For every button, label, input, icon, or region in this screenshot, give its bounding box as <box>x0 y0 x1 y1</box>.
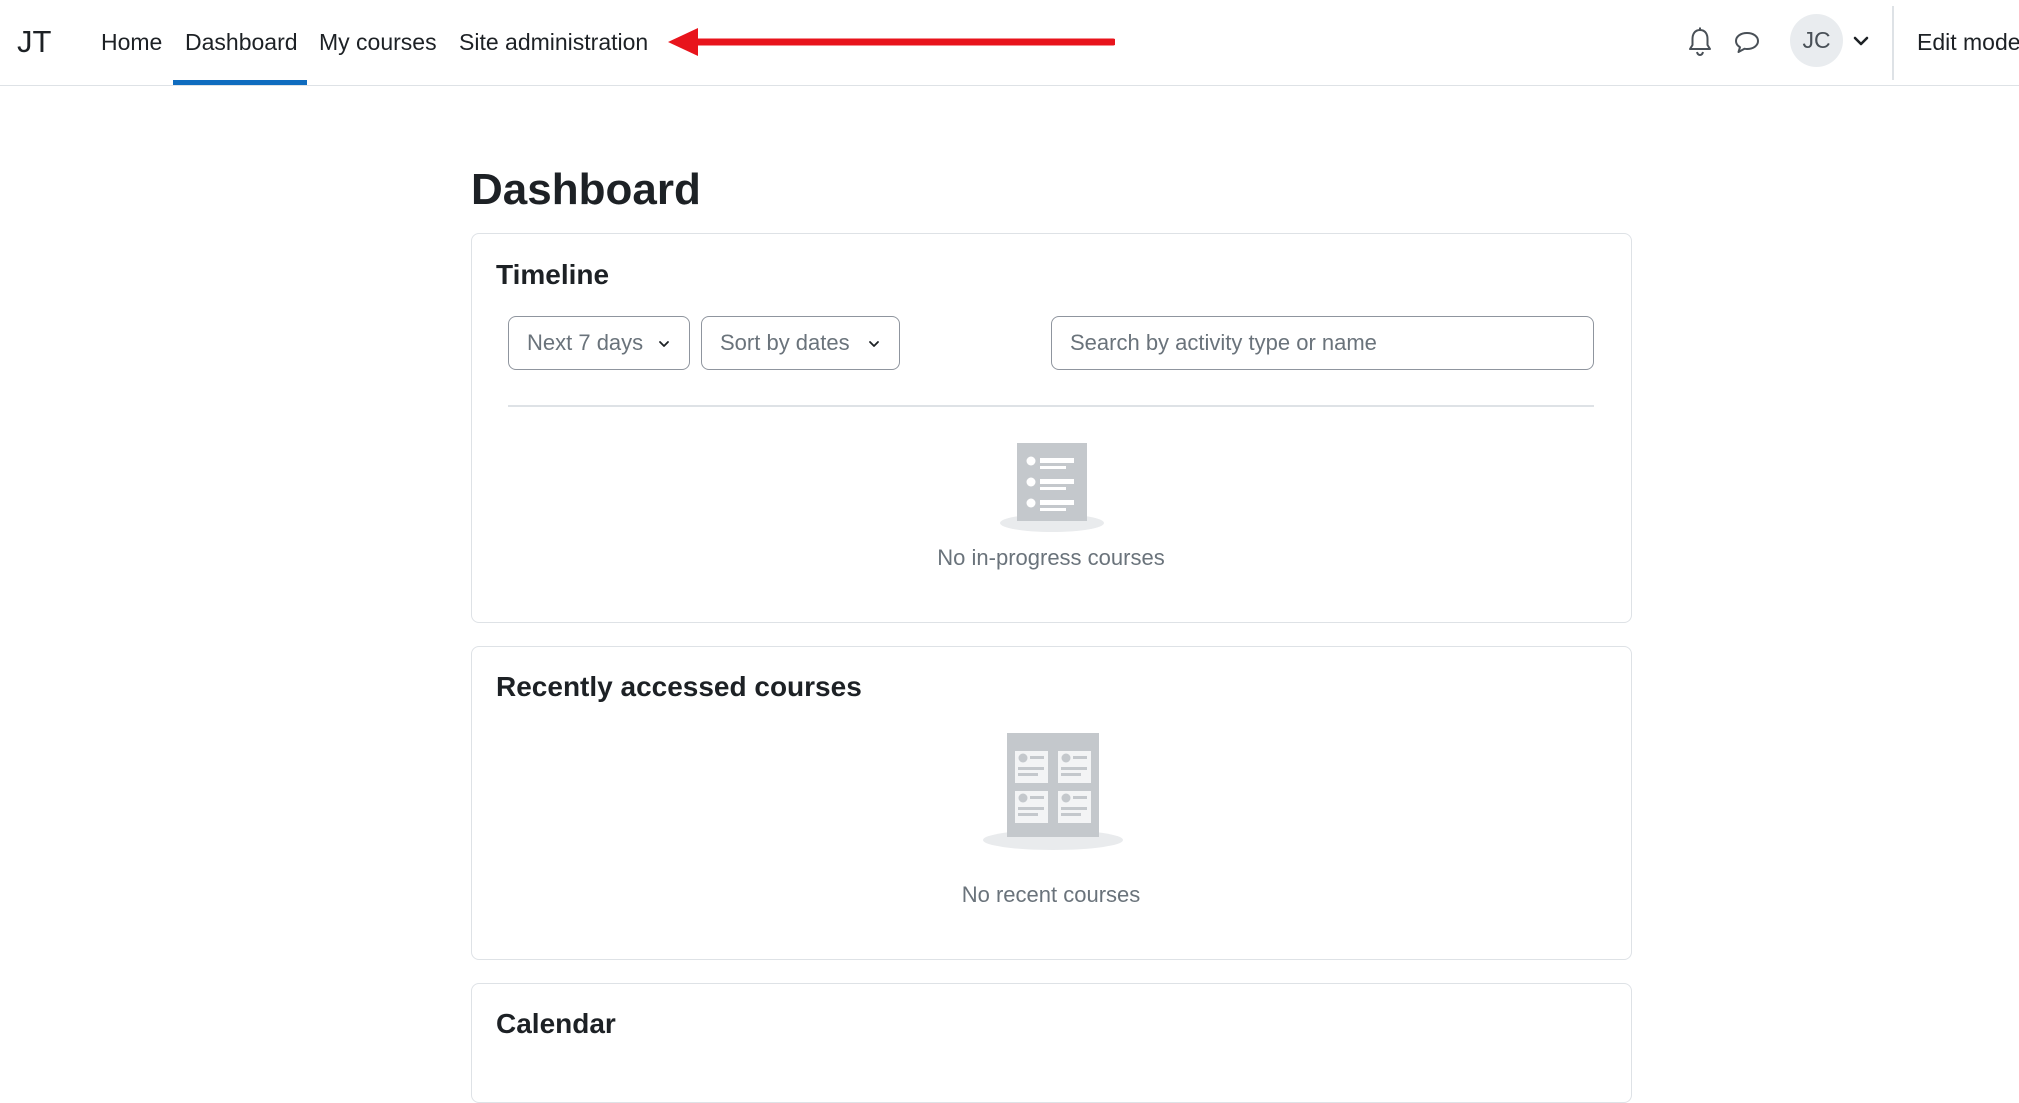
recent-courses-title: Recently accessed courses <box>496 671 862 702</box>
timeline-divider <box>508 405 1594 407</box>
nav-link-site-administration[interactable]: Site administration <box>459 22 648 62</box>
chat-bubble-icon[interactable] <box>1729 24 1765 60</box>
recent-courses-block: Recently accessed courses No recent cour… <box>471 646 1632 960</box>
nav-link-home[interactable]: Home <box>101 22 162 62</box>
annotation-arrow <box>668 28 1115 56</box>
top-navbar: JT Home Dashboard My courses Site admini… <box>0 0 2019 86</box>
sort-label: Sort by dates <box>720 330 850 355</box>
site-logo[interactable]: JT <box>17 22 51 62</box>
user-avatar[interactable]: JC <box>1790 14 1843 67</box>
calendar-title: Calendar <box>496 1008 616 1039</box>
chevron-down-icon <box>659 341 669 347</box>
active-nav-indicator <box>173 80 307 85</box>
recent-courses-empty-message: No recent courses <box>961 882 1141 907</box>
edit-mode-toggle[interactable]: Edit mode <box>1917 22 2019 62</box>
timeline-search-input[interactable] <box>1051 316 1594 370</box>
timeline-empty-message: No in-progress courses <box>937 545 1165 570</box>
bell-icon[interactable] <box>1682 24 1718 60</box>
timeline-sort-dropdown[interactable]: Sort by dates <box>701 316 900 370</box>
timeline-day-filter-dropdown[interactable]: Next 7 days <box>508 316 690 370</box>
checklist-illustration-icon <box>1000 443 1104 532</box>
day-filter-label: Next 7 days <box>527 330 644 355</box>
chevron-down-icon <box>869 341 879 347</box>
page-title: Dashboard <box>471 165 701 214</box>
nav-link-my-courses[interactable]: My courses <box>319 22 437 62</box>
chevron-down-icon[interactable] <box>1850 30 1872 52</box>
course-grid-illustration-icon <box>983 733 1123 850</box>
calendar-block: Calendar <box>471 983 1632 1103</box>
timeline-block: Timeline Next 7 days Sort by dates No in… <box>471 233 1632 623</box>
nav-link-dashboard[interactable]: Dashboard <box>185 22 298 62</box>
navbar-divider <box>1892 6 1894 80</box>
timeline-title: Timeline <box>496 259 610 290</box>
